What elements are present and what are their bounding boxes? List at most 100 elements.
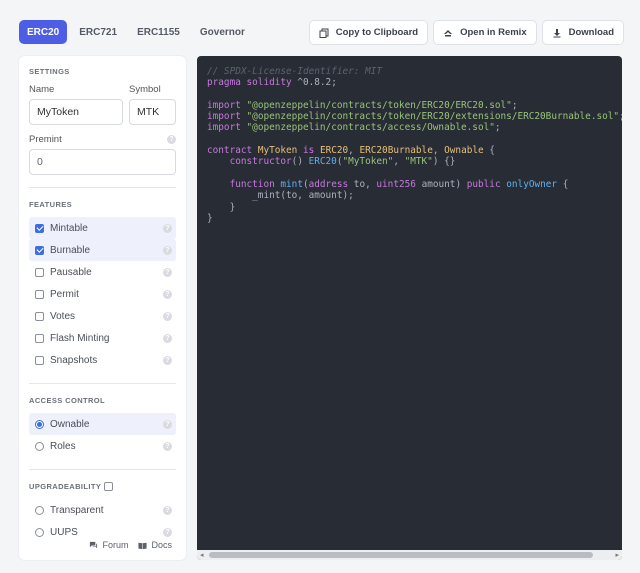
radio-icon[interactable] [35,505,44,515]
help-icon[interactable]: ? [163,267,172,277]
code-is-kw: is [302,145,315,157]
checkbox-icon[interactable] [35,267,44,277]
forum-link[interactable]: Forum [89,540,128,550]
feature-label: Pausable [50,266,92,278]
premint-field-group: Premint ? 0 [29,134,176,175]
symbol-field-group: Symbol MTK [129,84,176,125]
docs-link[interactable]: Docs [138,540,172,550]
help-icon[interactable]: ? [163,311,172,321]
divider [29,383,176,384]
download-button[interactable]: Download [541,20,624,45]
feature-mintable[interactable]: Mintable? [29,217,176,239]
code-base: Ownable [444,145,484,157]
name-input[interactable]: MyToken [29,99,123,125]
upgradeability-list: Transparent? UUPS? [29,499,176,543]
code-param-name: amount [421,178,456,190]
remix-label: Open in Remix [460,27,527,38]
feature-label: Votes [50,310,76,322]
name-symbol-row: Name MyToken Symbol MTK [29,84,176,125]
upgradeability-header: UPGRADEABILITY [29,482,176,491]
code-import-path: "@openzeppelin/contracts/token/ERC20/ext… [246,111,620,123]
code-ctor-base: ERC20 [308,156,337,168]
checkbox-icon[interactable] [35,333,44,343]
code-base: ERC20 [319,145,349,157]
code-param-name: to [353,178,366,190]
checkbox-icon[interactable] [35,355,44,365]
premint-help-icon[interactable]: ? [167,135,176,144]
code-param-type: address [308,178,349,190]
code-import-kw: import [207,99,241,111]
access-ownable[interactable]: Ownable? [29,413,176,435]
copy-label: Copy to Clipboard [335,27,419,38]
feature-snapshots[interactable]: Snapshots? [29,349,176,371]
feature-permit[interactable]: Permit? [29,283,176,305]
open-in-remix-button[interactable]: Open in Remix [433,20,537,45]
features-list: Mintable? Burnable? Pausable? Permit? Vo… [29,217,176,371]
code-editor[interactable]: // SPDX-License-Identifier: MIT pragma s… [197,56,622,560]
code-content: // SPDX-License-Identifier: MIT pragma s… [207,66,622,224]
help-icon[interactable]: ? [163,289,172,299]
name-field-group: Name MyToken [29,84,123,125]
upgrade-label: UUPS [50,526,78,538]
horizontal-scrollbar[interactable]: ◂ ▸ [197,550,622,560]
options-sidebar: SETTINGS Name MyToken Symbol MTK Premint… [19,56,186,560]
copy-to-clipboard-button[interactable]: Copy to Clipboard [308,20,429,45]
code-pragma-kw: pragma solidity [207,77,292,89]
tab-erc20[interactable]: ERC20 [19,20,68,44]
help-icon[interactable]: ? [163,245,172,255]
checkbox-icon[interactable] [35,223,44,233]
radio-icon[interactable] [35,527,44,537]
feature-label: Flash Minting [50,332,110,344]
checkbox-icon[interactable] [35,289,44,299]
tab-erc1155[interactable]: ERC1155 [129,20,188,44]
feature-label: Mintable [50,222,88,234]
code-license: // SPDX-License-Identifier: MIT [207,66,382,77]
contract-type-tabs: ERC20 ERC721 ERC1155 Governor [19,20,253,44]
download-icon [553,28,561,37]
access-label: Ownable [50,418,90,430]
forum-icon [90,541,98,548]
help-icon[interactable]: ? [163,441,172,451]
code-param-type: uint256 [376,178,416,190]
code-contract-name: MyToken [257,145,298,157]
radio-icon[interactable] [35,419,44,429]
checkbox-icon[interactable] [35,245,44,255]
tab-erc721[interactable]: ERC721 [71,20,125,44]
code-body: _mint(to, amount); [252,190,354,202]
premint-input[interactable]: 0 [29,149,176,175]
feature-pausable[interactable]: Pausable? [29,261,176,283]
feature-label: Burnable [50,244,91,256]
code-import-kw: import [207,122,241,134]
docs-icon [138,542,148,549]
upgrade-transparent[interactable]: Transparent? [29,499,176,521]
scroll-right-icon[interactable]: ▸ [615,551,619,559]
symbol-input[interactable]: MTK [129,99,176,125]
scroll-thumb[interactable] [209,552,593,558]
forum-label: Forum [102,540,129,550]
code-contract-kw: contract [207,145,253,157]
help-icon[interactable]: ? [163,223,172,233]
code-public-kw: public [466,178,501,190]
help-icon[interactable]: ? [163,419,172,429]
upgradeability-checkbox[interactable] [104,482,114,491]
feature-burnable[interactable]: Burnable? [29,239,176,261]
help-icon[interactable]: ? [163,355,172,365]
feature-label: Permit [50,288,79,300]
settings-title: SETTINGS [29,67,70,76]
tab-governor[interactable]: Governor [192,20,253,44]
code-fn-name: mint [280,178,303,190]
scroll-left-icon[interactable]: ◂ [200,551,204,559]
code-import-path: "@openzeppelin/contracts/access/Ownable.… [246,122,495,134]
access-label: Roles [50,440,76,452]
upgrade-label: Transparent [50,504,104,516]
access-roles[interactable]: Roles? [29,435,176,457]
docs-label: Docs [151,540,172,550]
feature-flash-minting[interactable]: Flash Minting? [29,327,176,349]
help-icon[interactable]: ? [163,505,172,515]
help-icon[interactable]: ? [163,333,172,343]
feature-label: Snapshots [50,354,98,366]
feature-votes[interactable]: Votes? [29,305,176,327]
radio-icon[interactable] [35,441,44,451]
help-icon[interactable]: ? [163,527,172,537]
checkbox-icon[interactable] [35,311,44,321]
